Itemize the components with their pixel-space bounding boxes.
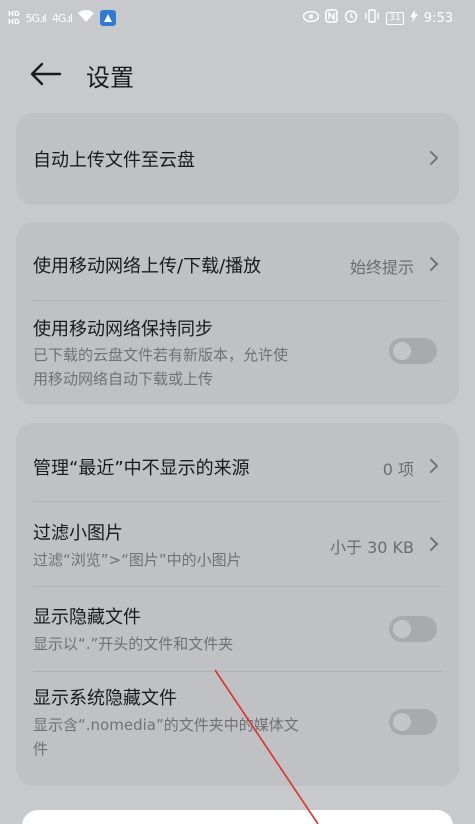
row-auto-upload[interactable]: 自动上传文件至云盘: [16, 113, 459, 205]
row-mobile-sync[interactable]: 使用移动网络保持同步 已下载的云盘文件若有新版本，允许使 用移动网络自动下载或上…: [16, 301, 459, 405]
row-filter-small-images[interactable]: 过滤小图片 过滤“浏览”>“图片”中的小图片 小于 30 KB: [16, 502, 459, 586]
chevron-right-icon: [429, 256, 439, 272]
signal-icon-2: 4G.ıl: [51, 11, 73, 25]
status-bar: HD HD 5G.ıl 4G.ıl 31 9:53: [0, 0, 475, 36]
hd-top: HD: [8, 10, 20, 18]
header: 设置: [0, 52, 475, 96]
show-hidden-desc: 显示以“.”开头的文件和文件夹: [33, 635, 234, 653]
card-file-display: 管理“最近”中不显示的来源 0 项 过滤小图片 过滤“浏览”>“图片”中的小图片…: [16, 423, 459, 786]
row-show-system-hidden[interactable]: 显示系统隐藏文件 显示含“.nomedia”的文件夹中的媒体文 件: [16, 672, 459, 786]
clock: 9:53: [423, 10, 453, 26]
row-mobile-upload[interactable]: 使用移动网络上传/下载/播放 始终提示: [16, 222, 459, 300]
mobile-upload-value: 始终提示: [349, 258, 414, 277]
card-cloud-upload: 自动上传文件至云盘: [16, 113, 459, 205]
recent-sources-label: 管理“最近”中不显示的来源: [33, 458, 250, 479]
alarm-icon: [344, 9, 358, 27]
filter-small-label: 过滤小图片: [33, 523, 123, 544]
chevron-right-icon: [429, 458, 439, 474]
mobile-upload-label: 使用移动网络上传/下载/播放: [33, 256, 262, 277]
signal-icon: 5G.ıl: [25, 11, 47, 25]
status-left: HD HD 5G.ıl 4G.ıl: [8, 9, 116, 27]
row-show-hidden[interactable]: 显示隐藏文件 显示以“.”开头的文件和文件夹: [16, 587, 459, 671]
filter-small-desc: 过滤“浏览”>“图片”中的小图片: [33, 551, 242, 569]
toggle-knob: [393, 620, 411, 638]
mobile-sync-desc-1: 已下载的云盘文件若有新版本，允许使: [33, 346, 289, 364]
show-system-hidden-toggle[interactable]: [389, 709, 437, 735]
vibrate-icon: [364, 9, 380, 27]
auto-upload-label: 自动上传文件至云盘: [33, 150, 195, 171]
toggle-knob: [393, 713, 411, 731]
charging-icon: [409, 10, 418, 26]
arrow-left-icon: [30, 62, 62, 86]
wifi-icon: [77, 9, 94, 27]
battery-icon: 31: [386, 11, 404, 25]
show-hidden-label: 显示隐藏文件: [33, 607, 141, 628]
back-button[interactable]: [30, 62, 62, 86]
bottom-card-partial: [22, 810, 453, 824]
eye-icon: [303, 10, 320, 26]
status-right: 31 9:53: [303, 9, 453, 27]
chevron-right-icon: [429, 150, 439, 166]
filter-small-value: 小于 30 KB: [329, 538, 414, 557]
recent-sources-value: 0 项: [382, 460, 414, 479]
mobile-sync-toggle[interactable]: [389, 338, 437, 364]
app-notification-icon: [99, 10, 116, 26]
toggle-knob: [393, 342, 411, 360]
mobile-sync-label: 使用移动网络保持同步: [33, 319, 213, 340]
page-title: 设置: [86, 64, 134, 92]
card-mobile-network: 使用移动网络上传/下载/播放 始终提示 使用移动网络保持同步 已下载的云盘文件若…: [16, 222, 459, 405]
show-hidden-toggle[interactable]: [389, 616, 437, 642]
show-system-hidden-desc-1: 显示含“.nomedia”的文件夹中的媒体文: [33, 716, 299, 734]
mobile-sync-desc-2: 用移动网络自动下载或上传: [33, 370, 214, 388]
show-system-hidden-label: 显示系统隐藏文件: [33, 688, 177, 709]
row-recent-sources[interactable]: 管理“最近”中不显示的来源 0 项: [16, 423, 459, 501]
chevron-right-icon: [429, 536, 439, 552]
hd-bottom: HD: [8, 18, 20, 26]
hd-indicator: HD HD: [8, 10, 20, 26]
show-system-hidden-desc-2: 件: [33, 740, 49, 758]
nfc-icon: [325, 9, 339, 27]
